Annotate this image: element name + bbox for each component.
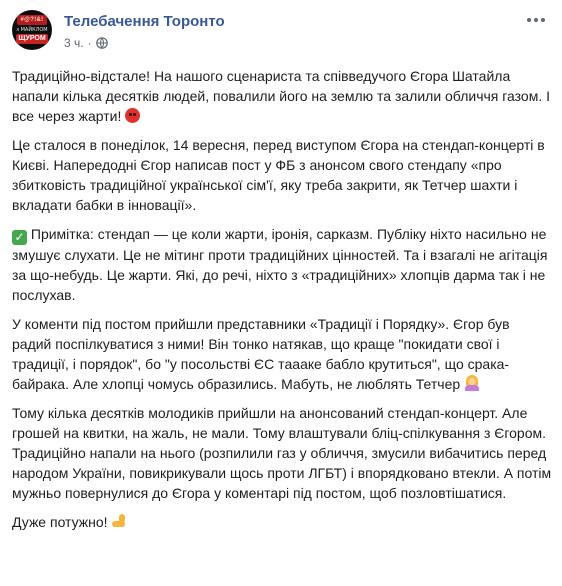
avatar-subtitle: з МАЙКЛОМ [16, 27, 48, 33]
post-timestamp[interactable]: 3 ч. [64, 36, 84, 50]
post-paragraph: Тому кілька десятків молодиків прийшли н… [12, 405, 552, 501]
avatar-logo-text: #@?!&! [20, 17, 44, 23]
angry-face-icon [125, 108, 141, 123]
avatar-name: ЩУРОМ [16, 34, 48, 44]
post-header: #@?!&! з МАЙКЛОМ ЩУРОМ Телебачення Торон… [12, 10, 550, 60]
separator-dot: · [87, 36, 92, 50]
page-name-link[interactable]: Телебачення Торонто [64, 13, 225, 30]
woman-gesturing-no-icon [464, 375, 480, 391]
globe-icon[interactable] [95, 37, 108, 49]
post-meta: 3 ч. · [64, 36, 108, 50]
post-body: Традиційно-відстале! На нашого сценарист… [12, 66, 552, 541]
check-mark-icon: ✓ [12, 230, 27, 245]
flexed-biceps-icon [111, 513, 127, 529]
more-options-icon[interactable] [522, 10, 550, 30]
facebook-post: #@?!&! з МАЙКЛОМ ЩУРОМ Телебачення Торон… [0, 0, 562, 586]
page-avatar[interactable]: #@?!&! з МАЙКЛОМ ЩУРОМ [12, 10, 52, 50]
post-paragraph: У коменти під постом прийшли представник… [12, 316, 510, 392]
post-paragraph: Це сталося в понеділок, 14 вересня, пере… [12, 137, 545, 213]
post-paragraph: Дуже потужно! [12, 512, 552, 532]
post-paragraph: ✓ Примітка: стендап — це коли жарти, іро… [12, 226, 548, 303]
post-paragraph: Традиційно-відстале! На нашого сценарист… [12, 68, 551, 124]
